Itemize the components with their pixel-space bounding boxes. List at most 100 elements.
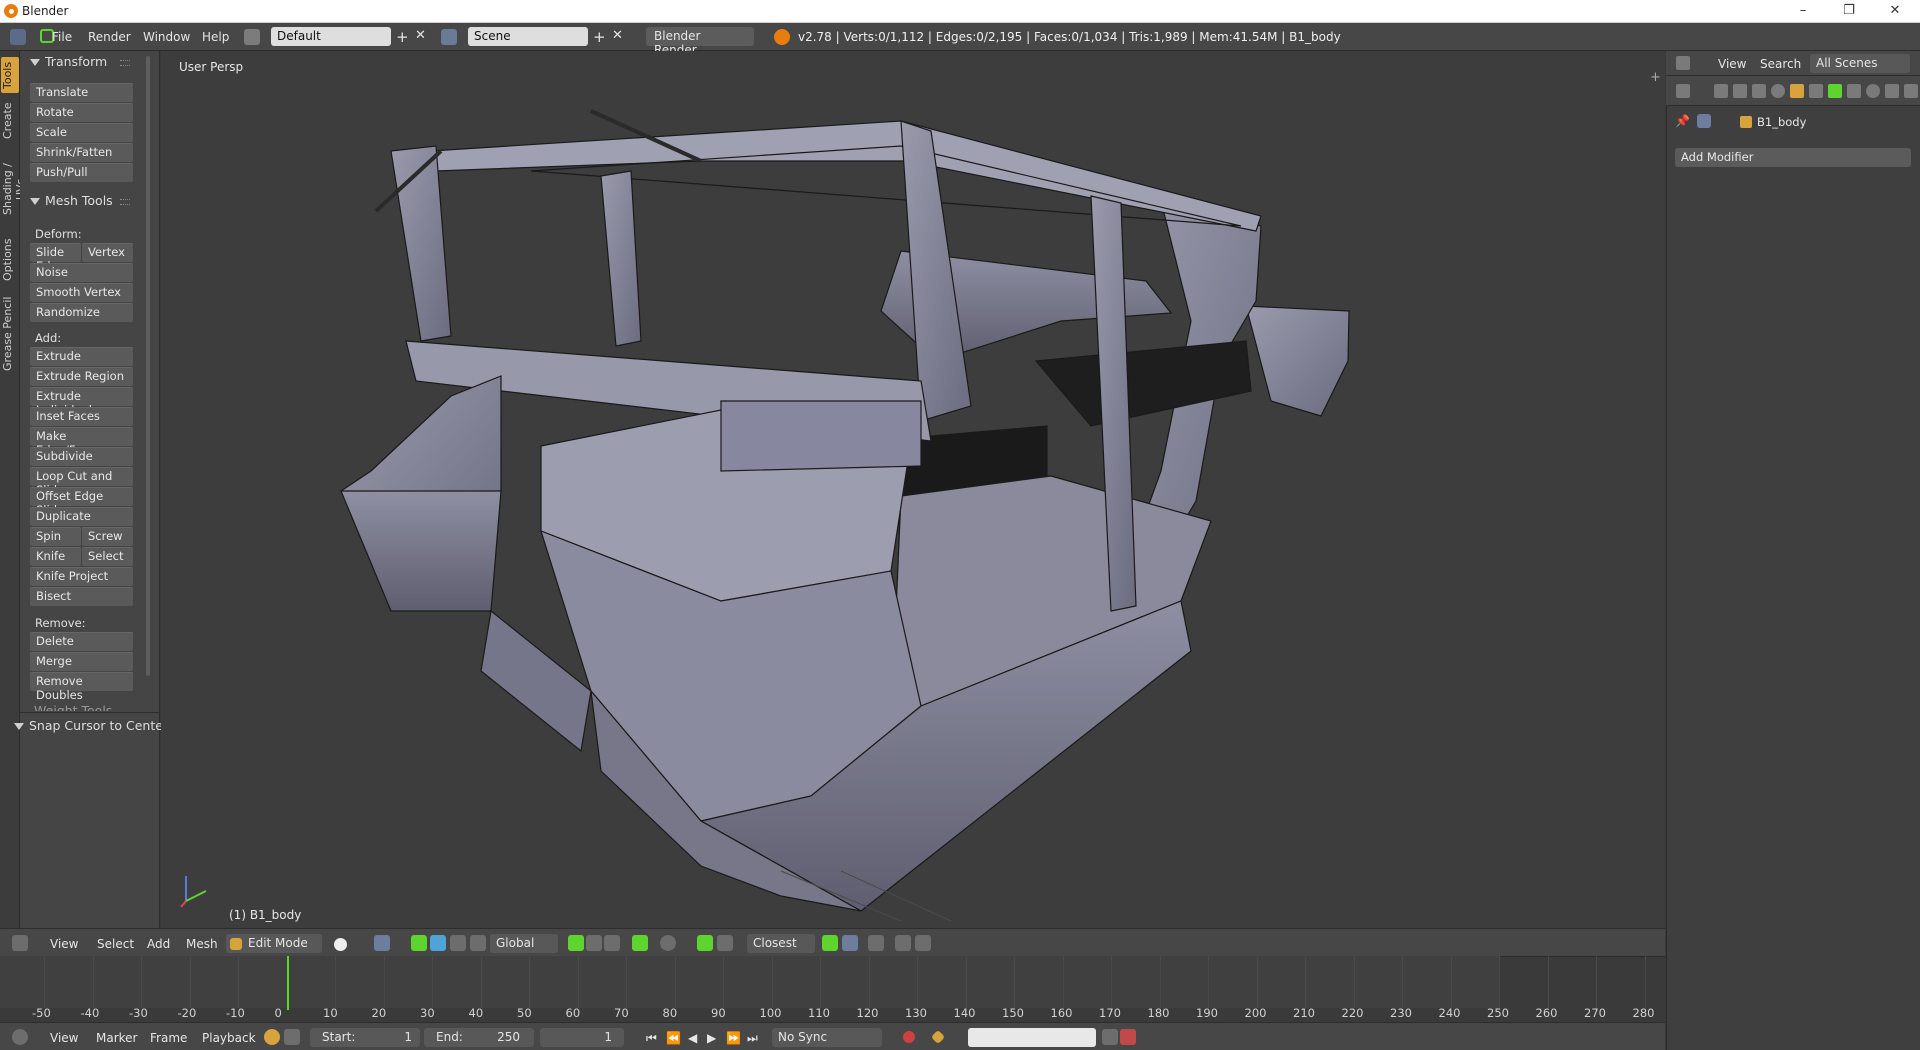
knife-project-button[interactable]: Knife Project	[30, 567, 133, 586]
shrink-fatten-button[interactable]: Shrink/Fatten	[30, 143, 133, 162]
jump-keyframe-back-icon[interactable]: ⏪	[666, 1031, 681, 1045]
outliner-editor-icon[interactable]	[1676, 56, 1690, 70]
outliner-menu-search[interactable]: Search	[1760, 57, 1801, 71]
world-tab-icon[interactable]	[1771, 84, 1785, 98]
layout-field[interactable]: Default	[271, 27, 391, 46]
add-scene-icon[interactable]: +	[593, 28, 606, 46]
jump-end-icon[interactable]: ⏭	[747, 1031, 758, 1046]
data-tab-icon[interactable]	[1847, 84, 1861, 98]
slide-edge-button[interactable]: Slide Ed	[30, 243, 81, 273]
translate-button[interactable]: Translate	[30, 83, 133, 102]
modifiers-tab-icon[interactable]	[1828, 84, 1842, 98]
timeline-menu-view[interactable]: View	[50, 1031, 78, 1045]
make-edge-face-button[interactable]: Make Edge/Face	[30, 427, 133, 457]
snap-toggle-icon[interactable]	[697, 935, 713, 951]
render-engine-select[interactable]: Blender Render	[646, 27, 754, 57]
manipulator-toggle-icon[interactable]	[411, 935, 427, 951]
restore-button[interactable]: ❐	[1826, 0, 1872, 22]
timeline-playhead[interactable]	[287, 956, 289, 1010]
extrude-button[interactable]: Extrude	[30, 347, 133, 366]
mesh-tools-panel-header[interactable]: Mesh Tools	[30, 193, 113, 208]
delete-button[interactable]: Delete	[30, 632, 133, 651]
end-frame-field[interactable]: End: 250	[424, 1028, 534, 1047]
merge-button[interactable]: Merge	[30, 652, 133, 671]
play-reverse-icon[interactable]: ◀	[688, 1031, 697, 1045]
play-icon[interactable]: ▶	[707, 1031, 716, 1045]
jump-keyframe-forward-icon[interactable]: ⏩	[726, 1031, 741, 1045]
menu-view[interactable]: View	[50, 937, 78, 951]
record-icon[interactable]	[903, 1031, 915, 1043]
outliner-menu-view[interactable]: View	[1718, 57, 1746, 71]
offset-edge-slide-button[interactable]: Offset Edge Slide	[30, 487, 133, 517]
scene-tab-icon[interactable]	[1752, 84, 1766, 98]
translate-manipulator-icon[interactable]	[430, 935, 446, 951]
current-frame-field[interactable]: 1	[540, 1028, 624, 1047]
screw-button[interactable]: Screw	[82, 527, 133, 546]
smooth-vertex-button[interactable]: Smooth Vertex	[30, 283, 133, 302]
snap-align-icon[interactable]	[822, 935, 838, 951]
snap-target-select[interactable]: Closest	[747, 934, 815, 953]
texture-tab-icon[interactable]	[1885, 84, 1899, 98]
weight-tools-panel-header[interactable]: Weight Tools	[34, 703, 112, 711]
jump-start-icon[interactable]: ⏮	[646, 1031, 659, 1046]
push-pull-button[interactable]: Push/Pull	[30, 163, 133, 182]
tab-options[interactable]: Options	[1, 235, 19, 285]
render-layers-tab-icon[interactable]	[1733, 84, 1747, 98]
vertex-select-icon[interactable]	[568, 935, 584, 951]
randomize-button[interactable]: Randomize	[30, 303, 133, 322]
menu-file[interactable]: File	[52, 30, 72, 44]
menu-window[interactable]: Window	[143, 30, 190, 44]
extrude-individual-button[interactable]: Extrude Individual	[30, 387, 133, 417]
shading-solid-icon[interactable]	[334, 938, 347, 951]
snap-project-icon[interactable]	[842, 935, 858, 951]
limit-selection-icon[interactable]	[632, 935, 648, 951]
remove-scene-icon[interactable]: ✕	[612, 28, 623, 43]
keyframe-icon[interactable]	[930, 1029, 946, 1045]
timeline-editor-icon[interactable]	[12, 1029, 28, 1045]
proportional-edit-icon[interactable]	[660, 935, 676, 951]
inset-faces-button[interactable]: Inset Faces	[30, 407, 133, 426]
rotate-button[interactable]: Rotate	[30, 103, 133, 122]
sync-mode-select[interactable]: No Sync	[772, 1028, 882, 1047]
pivot-icon[interactable]	[374, 935, 390, 951]
panel-grip-icon[interactable]	[120, 199, 130, 205]
material-tab-icon[interactable]	[1866, 84, 1880, 98]
add-layout-icon[interactable]: +	[396, 28, 409, 46]
transform-panel-header[interactable]: Transform	[30, 54, 107, 69]
menu-select[interactable]: Select	[97, 937, 134, 951]
bisect-button[interactable]: Bisect	[30, 587, 133, 606]
edge-select-icon[interactable]	[586, 935, 602, 951]
extrude-region-button[interactable]: Extrude Region	[30, 367, 133, 386]
keying-set-field[interactable]	[968, 1028, 1096, 1047]
tab-create[interactable]: Create	[1, 99, 19, 143]
loop-cut-slide-button[interactable]: Loop Cut and Slide	[30, 467, 133, 497]
remove-doubles-button[interactable]: Remove Doubles	[30, 672, 133, 702]
face-select-icon[interactable]	[604, 935, 620, 951]
add-modifier-button[interactable]: Add Modifier	[1675, 148, 1911, 167]
close-button[interactable]: ✕	[1872, 0, 1918, 22]
knife-select-button[interactable]: Select	[82, 547, 133, 566]
info-editor-icon[interactable]	[10, 29, 26, 45]
tab-grease-pencil[interactable]: Grease Pencil	[1, 289, 19, 379]
duplicate-button[interactable]: Duplicate	[30, 507, 133, 526]
scale-manipulator-icon[interactable]	[470, 935, 486, 951]
object-tab-icon[interactable]	[1790, 84, 1804, 98]
viewport-plus-icon[interactable]: +	[1650, 71, 1661, 84]
knife-button[interactable]: Knife	[30, 547, 81, 566]
scale-button[interactable]: Scale	[30, 123, 133, 142]
tab-shading-uvs[interactable]: Shading / UVs	[1, 147, 27, 231]
remove-layout-icon[interactable]: ✕	[415, 28, 426, 43]
menu-render[interactable]: Render	[88, 30, 131, 44]
insert-keyframe-icon[interactable]	[1102, 1029, 1118, 1045]
spin-button[interactable]: Spin	[30, 527, 81, 546]
transform-orientation-select[interactable]: Global	[490, 934, 558, 953]
menu-mesh[interactable]: Mesh	[186, 937, 218, 951]
menu-add[interactable]: Add	[147, 937, 170, 951]
render-opengl-icon[interactable]	[895, 935, 911, 951]
snap-element-icon[interactable]	[717, 935, 733, 951]
slide-vertex-button[interactable]: Vertex	[82, 243, 133, 262]
scene-icon[interactable]	[441, 29, 457, 45]
render-animation-icon[interactable]	[915, 935, 931, 951]
physics-tab-icon[interactable]	[1904, 84, 1918, 98]
properties-editor-icon[interactable]	[1676, 84, 1690, 98]
